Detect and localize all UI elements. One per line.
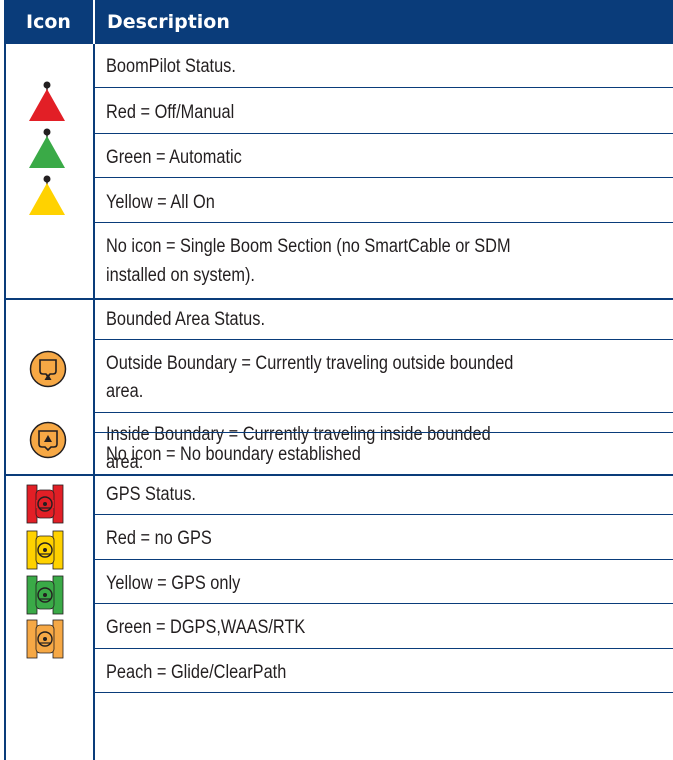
bounded-none-text: No icon = No boundary established <box>106 444 361 465</box>
gps-yellow-icon <box>26 530 64 570</box>
gps-red-icon <box>26 484 64 524</box>
gps-green-icon <box>26 575 64 615</box>
gps-yellow-text: Yellow = GPS only <box>106 573 241 594</box>
boompilot-red-text: Red = Off/Manual <box>106 102 235 123</box>
gps-peach-text: Peach = Glide/ClearPath <box>106 662 287 683</box>
row-gps: GPS Status. Red = no GPS Yellow = GPS on… <box>4 476 673 760</box>
header-description: Description <box>95 0 673 44</box>
boompilot-yellow-text: Yellow = All On <box>106 192 215 213</box>
header-icon: Icon <box>4 0 93 44</box>
boompilot-none-text-2: installed on system). <box>106 265 255 286</box>
boompilot-green-text: Green = Automatic <box>106 147 242 168</box>
gps-green-text: Green = DGPS,WAAS/RTK <box>106 617 306 638</box>
row-boompilot: BoomPilot Status. Red = Off/Manual Green… <box>4 44 673 300</box>
boompilot-green-triangle-icon <box>29 128 65 168</box>
gps-peach-icon <box>26 619 64 659</box>
outside-boundary-text-1: Outside Boundary = Currently traveling o… <box>106 353 514 374</box>
inside-boundary-icon <box>29 421 67 459</box>
boompilot-yellow-triangle-icon <box>29 175 65 215</box>
gps-red-text: Red = no GPS <box>106 528 212 549</box>
boompilot-title: BoomPilot Status. <box>106 56 236 77</box>
bounded-title: Bounded Area Status. <box>106 309 265 330</box>
boompilot-red-triangle-icon <box>29 81 65 121</box>
outside-boundary-text-2: area. <box>106 381 144 402</box>
boompilot-none-text-1: No icon = Single Boom Section (no SmartC… <box>106 236 511 257</box>
gps-title: GPS Status. <box>106 484 196 505</box>
outside-boundary-icon <box>29 350 67 388</box>
bounded-separator <box>95 432 673 433</box>
